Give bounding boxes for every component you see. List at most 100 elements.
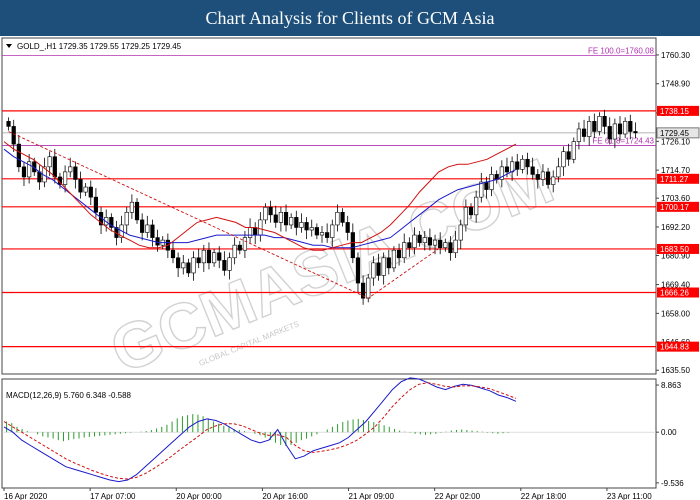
bull-candle: [124, 212, 129, 226]
bear-candle: [617, 123, 623, 135]
bull-candle: [623, 121, 628, 135]
bear-candle: [484, 181, 489, 190]
bear-candle: [468, 206, 474, 216]
bull-candle: [201, 249, 206, 264]
bull-candle: [258, 219, 263, 236]
bear-candle: [427, 237, 433, 246]
bull-candle: [587, 121, 592, 137]
bull-candle: [432, 239, 438, 246]
bull-candle: [335, 212, 340, 226]
bear-candle: [602, 116, 607, 127]
bull-candle: [145, 224, 150, 233]
bull-candle: [263, 206, 268, 221]
bull-candle: [242, 237, 248, 251]
bear-candle: [217, 252, 222, 261]
bear-candle: [386, 257, 391, 269]
bull-candle: [561, 151, 566, 168]
macd-tick-label: 0.00: [661, 428, 677, 437]
bear-candle: [206, 249, 212, 264]
bear-candle: [253, 227, 258, 236]
time-tick-label: 21 Apr 09:00: [349, 492, 395, 500]
time-tick-label: 23 Apr 11:00: [607, 492, 652, 500]
bear-candle: [325, 232, 330, 238]
bull-candle: [181, 262, 186, 269]
bear-candle: [93, 196, 99, 213]
bear-candle: [566, 151, 571, 160]
bear-candle: [417, 234, 422, 243]
bull-candle: [612, 123, 617, 140]
bear-candle: [530, 166, 535, 175]
bear-candle: [396, 249, 402, 259]
bear-candle: [176, 257, 181, 269]
bear-candle: [21, 166, 27, 178]
bear-candle: [273, 214, 278, 223]
fibo-level-label: FE 100.0=1760.08: [588, 46, 655, 55]
bull-candle: [366, 277, 371, 299]
price-tick-label: 1635.50: [661, 366, 690, 375]
bear-candle: [525, 158, 530, 168]
bull-candle: [278, 212, 283, 223]
bull-candle: [422, 237, 427, 243]
bear-candle: [581, 128, 587, 137]
price-level-label: 1644.83: [660, 343, 689, 352]
bear-candle: [592, 121, 597, 132]
bear-candle: [304, 222, 309, 231]
bull-candle: [330, 224, 335, 238]
bear-candle: [78, 179, 83, 193]
bull-candle: [299, 222, 304, 228]
bear-candle: [268, 206, 273, 216]
bear-candle: [170, 249, 176, 259]
bear-candle: [314, 227, 319, 236]
bear-candle: [535, 174, 540, 180]
bear-candle: [448, 242, 453, 254]
bull-candle: [232, 244, 237, 259]
fibo-level-label: FE 61.8=1724.43: [592, 137, 654, 146]
bull-candle: [551, 176, 556, 185]
price-chart: GCMASIA.COM GLOBAL CAPITAL MARKETS 1760.…: [1, 37, 700, 500]
bear-candle: [52, 156, 57, 178]
symbol-header: GOLD_,H1 1729.35 1729.55 1729.25 1729.45: [17, 42, 182, 51]
bear-candle: [186, 262, 191, 274]
bull-candle: [371, 262, 376, 279]
time-tick-label: 22 Apr 18:00: [521, 492, 567, 500]
bear-candle: [196, 257, 201, 264]
bull-candle: [211, 252, 217, 264]
price-level-label: 1666.26: [660, 289, 689, 298]
time-tick-label: 17 Apr 07:00: [90, 492, 136, 500]
bear-candle: [134, 201, 140, 221]
bear-candle: [283, 212, 289, 226]
bear-candle: [150, 224, 155, 238]
bull-candle: [191, 257, 196, 274]
bull-candle: [129, 201, 134, 213]
bear-candle: [633, 131, 638, 134]
macd-tick-label: -9.536: [661, 479, 684, 488]
bull-candle: [474, 196, 479, 216]
bear-candle: [607, 126, 612, 140]
bull-candle: [556, 166, 561, 178]
bull-candle: [520, 158, 525, 170]
bull-candle: [391, 249, 397, 269]
macd-tick-label: 8.863: [661, 381, 682, 390]
bear-candle: [294, 217, 299, 228]
bull-candle: [68, 166, 73, 173]
bear-candle: [515, 161, 520, 170]
price-tick-label: 1760.30: [661, 51, 690, 60]
bull-candle: [402, 242, 407, 259]
bull-candle: [463, 206, 468, 226]
price-level-label: 1729.45: [660, 129, 689, 138]
bull-candle: [381, 257, 386, 276]
bear-candle: [628, 121, 633, 132]
price-tick-label: 1692.20: [661, 223, 690, 232]
time-tick-label: 16 Apr 2020: [4, 492, 48, 500]
dropdown-icon: [6, 44, 12, 48]
bull-candle: [412, 234, 417, 248]
bull-candle: [289, 217, 294, 226]
bear-candle: [438, 239, 443, 248]
bear-candle: [504, 166, 510, 173]
bull-candle: [309, 227, 314, 231]
bull-candle: [83, 186, 88, 193]
price-tick-label: 1748.90: [661, 80, 690, 89]
bull-candle: [576, 128, 582, 142]
bear-candle: [155, 237, 160, 246]
time-tick-label: 22 Apr 02:00: [435, 492, 481, 500]
